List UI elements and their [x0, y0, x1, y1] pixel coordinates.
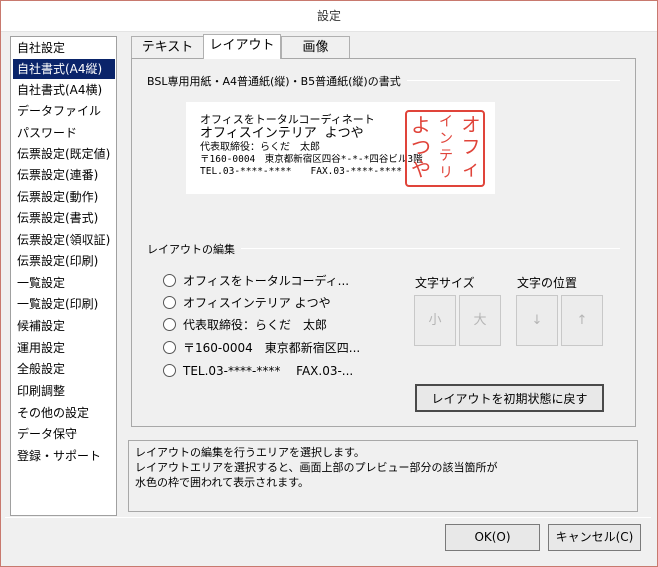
sidebar-item-password[interactable]: パスワード [13, 123, 115, 143]
radio-button[interactable] [163, 364, 176, 377]
layout-option-5[interactable]: TEL.03-****-**** FAX.03-... [163, 362, 353, 380]
sidebar-item-list-print[interactable]: 一覧設定(印刷) [13, 294, 115, 314]
sidebar-item-data-file[interactable]: データファイル [13, 101, 115, 121]
sidebar-item-slip-print[interactable]: 伝票設定(印刷) [13, 251, 115, 271]
company-seal-stamp: オフィ インテリ よつや [405, 110, 485, 187]
move-down-button[interactable]: ↓ [516, 295, 558, 346]
stamp-column-1: オフィ [461, 114, 481, 180]
sidebar-item-data-maintenance[interactable]: データ保守 [13, 424, 115, 444]
text-position-label: 文字の位置 [517, 276, 578, 290]
reset-layout-button[interactable]: レイアウトを初期状態に戻す [415, 384, 604, 412]
layout-edit-group-label: レイアウトの編集 [147, 241, 241, 257]
sidebar-item-list[interactable]: 一覧設定 [13, 273, 115, 293]
footer-divider [5, 517, 651, 518]
layout-option-2[interactable]: オフィスインテリア よつや [163, 294, 331, 312]
sidebar-item-slip-format[interactable]: 伝票設定(書式) [13, 208, 115, 228]
sidebar-item-other[interactable]: その他の設定 [13, 403, 115, 423]
layout-option-4[interactable]: 〒160-0004 東京都新宿区四... [163, 339, 360, 357]
format-group-label: BSL専用用紙・A4普通紙(縦)・B5普通紙(縦)の書式 [147, 73, 407, 89]
preview-line-5: TEL.03-****-**** FAX.03-****-**** [200, 166, 403, 177]
font-smaller-button[interactable]: 小 [414, 295, 456, 346]
sidebar-item-operation[interactable]: 運用設定 [13, 338, 115, 358]
sidebar-item-candidates[interactable]: 候補設定 [13, 316, 115, 336]
tab-text[interactable]: テキスト [131, 36, 204, 58]
sidebar-item-slip-defaults[interactable]: 伝票設定(既定値) [13, 144, 115, 164]
stamp-column-2: インテリ [439, 114, 453, 181]
sidebar-item-slip-behavior[interactable]: 伝票設定(動作) [13, 187, 115, 207]
layout-option-3[interactable]: 代表取締役：らくだ 太郎 [163, 316, 327, 334]
help-text-box: レイアウトの編集を行うエリアを選択します。 レイアウトエリアを選択すると、画面上… [128, 440, 638, 512]
sidebar-item-registration[interactable]: 登録・サポート [13, 446, 115, 466]
window-title: 設定 [1, 1, 657, 32]
sidebar-item-print-adjust[interactable]: 印刷調整 [13, 381, 115, 401]
radio-button[interactable] [163, 318, 176, 331]
sidebar-item-company[interactable]: 自社設定 [13, 38, 115, 58]
sidebar-item-format-a4-portrait[interactable]: 自社書式(A4縦) [13, 59, 115, 79]
tab-layout[interactable]: レイアウト [203, 34, 281, 59]
settings-category-list[interactable]: 自社設定 自社書式(A4縦) 自社書式(A4横) データファイル パスワード 伝… [10, 36, 117, 516]
stamp-column-3: よつや [411, 113, 431, 181]
sidebar-item-format-a4-landscape[interactable]: 自社書式(A4横) [13, 80, 115, 100]
tab-image[interactable]: 画像 [281, 36, 350, 58]
sidebar-item-slip-numbering[interactable]: 伝票設定(連番) [13, 165, 115, 185]
radio-button[interactable] [163, 341, 176, 354]
sidebar-item-slip-receipt[interactable]: 伝票設定(領収証) [13, 230, 115, 250]
radio-button[interactable] [163, 296, 176, 309]
cancel-button[interactable]: キャンセル(C) [548, 524, 641, 551]
help-line-3: 水色の枠で囲われて表示されます。 [135, 476, 310, 489]
font-size-label: 文字サイズ [415, 276, 475, 290]
help-line-2: レイアウトエリアを選択すると、画面上部のプレビュー部分の該当箇所が [135, 461, 498, 474]
sidebar-item-general[interactable]: 全般設定 [13, 359, 115, 379]
help-line-1: レイアウトの編集を行うエリアを選択します。 [135, 446, 365, 459]
layout-option-1[interactable]: オフィスをトータルコーディ... [163, 272, 349, 290]
move-up-button[interactable]: ↑ [561, 295, 603, 346]
ok-button[interactable]: OK(O) [445, 524, 540, 551]
radio-button[interactable] [163, 274, 176, 287]
font-larger-button[interactable]: 大 [459, 295, 501, 346]
